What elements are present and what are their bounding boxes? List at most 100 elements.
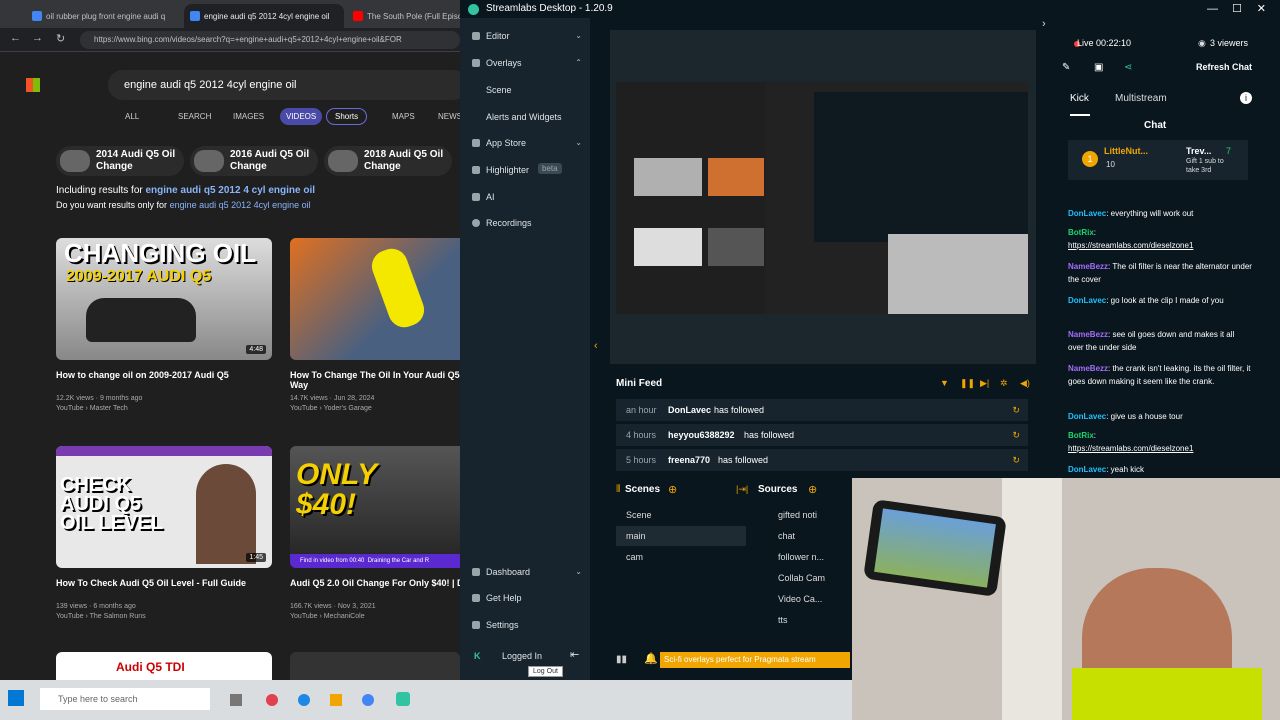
pause-icon[interactable]: ❚❚ <box>960 378 975 389</box>
minimize-icon[interactable]: — <box>1207 0 1218 18</box>
sidebar-item-alerts[interactable]: Alerts and Widgets <box>486 112 562 122</box>
volume-icon[interactable]: ◀) <box>1020 378 1030 389</box>
duration-badge: 1:45 <box>246 553 266 562</box>
bell-icon[interactable]: 🔔 <box>644 652 658 665</box>
tab-multistream[interactable]: Multistream <box>1115 93 1167 104</box>
video-thumbnail[interactable] <box>290 652 460 680</box>
video-result[interactable]: Audi Q5 TDI <box>56 652 272 680</box>
chevron-down-icon[interactable]: ⌄ <box>575 138 582 147</box>
back-icon[interactable]: ← <box>10 32 21 44</box>
nav-images[interactable]: IMAGES <box>233 112 264 121</box>
collapse-left-icon[interactable]: ‹ <box>594 340 598 352</box>
add-scene-icon[interactable]: ⊕ <box>668 483 677 496</box>
browser-tab-active[interactable]: engine audi q5 2012 4cyl engine oil <box>184 4 344 28</box>
related-chip[interactable]: 2018 Audi Q5 Oil Change <box>324 146 452 176</box>
sidebar-item-settings[interactable]: Settings <box>486 620 519 630</box>
video-result[interactable]: CHECK AUDI Q5 OIL LEVEL 1:45 How To Check … <box>56 446 272 622</box>
nav-videos[interactable]: VIDEOS <box>280 108 323 125</box>
source-item[interactable]: tts <box>760 610 850 630</box>
source-item[interactable]: gifted noti <box>760 505 850 525</box>
video-thumbnail[interactable] <box>290 238 460 360</box>
video-thumbnail[interactable]: ONLY $40! Find in video from 00:40 Draini… <box>290 446 460 568</box>
replay-icon[interactable]: ↻ <box>1012 449 1020 471</box>
video-thumbnail[interactable]: CHANGING OIL 2009-2017 AUDI Q5 4:48 <box>56 238 272 360</box>
nav-all[interactable]: ALL <box>125 112 139 121</box>
url-field[interactable]: https://www.bing.com/videos/search?q=+en… <box>80 31 460 49</box>
reload-icon[interactable]: ↻ <box>56 32 65 45</box>
sidebar-item-dashboard[interactable]: Dashboard <box>486 567 530 577</box>
chevron-up-icon[interactable]: ⌃ <box>575 58 582 67</box>
video-result[interactable]: CHANGING OIL 2009-2017 AUDI Q5 4:48 How … <box>56 238 272 414</box>
close-icon[interactable]: ✕ <box>1257 0 1266 18</box>
search-input[interactable]: engine audi q5 2012 4cyl engine oil <box>108 70 460 100</box>
source-item[interactable]: Video Ca... <box>760 589 850 609</box>
dym-query-link[interactable]: engine audi q5 2012 4cyl engine oil <box>170 200 311 210</box>
source-item[interactable]: follower n... <box>760 547 850 567</box>
windows-start-icon[interactable] <box>8 690 24 706</box>
chat-link[interactable]: https://streamlabs.com/dieselzone1 <box>1068 444 1193 453</box>
nav-maps[interactable]: MAPS <box>392 112 415 121</box>
find-in-video-bar[interactable]: Find in video from 00:40 Draining the Ca… <box>290 554 460 568</box>
browser-tab[interactable]: The South Pole (Full Episode) <box>347 4 460 28</box>
sidebar-item-scene[interactable]: Scene <box>486 85 512 95</box>
chevron-down-icon[interactable]: ⌄ <box>575 567 582 576</box>
folder-icon[interactable] <box>330 694 342 706</box>
related-chip[interactable]: 2016 Audi Q5 Oil Change <box>190 146 318 176</box>
replay-icon[interactable]: ↻ <box>1012 399 1020 421</box>
sidebar-item-editor[interactable]: Editor <box>486 31 510 41</box>
nav-shorts[interactable]: Shorts <box>326 108 368 125</box>
expand-right-icon[interactable]: › <box>1042 18 1046 30</box>
logged-in-button[interactable]: Logged In <box>502 651 542 661</box>
app-icon[interactable] <box>266 694 278 706</box>
kick-icon: K <box>474 651 481 661</box>
browser-tab[interactable]: oil rubber plug front engine audi q <box>26 4 181 28</box>
sidebar-item-app-store[interactable]: App Store <box>486 138 526 148</box>
replay-icon[interactable]: ↻ <box>1012 424 1020 446</box>
including-query-link[interactable]: engine audi q5 2012 4 cyl engine oil <box>146 185 316 196</box>
related-chip[interactable]: 2014 Audi Q5 Oil Change <box>56 146 184 176</box>
scene-item[interactable]: cam <box>616 547 746 567</box>
scene-item[interactable]: Scene <box>616 505 746 525</box>
sidebar-item-ai[interactable]: AI <box>486 192 495 202</box>
add-source-icon[interactable]: ⊕ <box>808 483 817 496</box>
filter-icon[interactable]: ▼ <box>940 378 949 388</box>
stats-icon[interactable]: ▮▮ <box>616 654 627 665</box>
forward-icon[interactable]: → <box>32 32 43 44</box>
info-icon[interactable]: i <box>1240 92 1252 104</box>
collapse-icon[interactable]: ⇤ <box>570 648 579 661</box>
maximize-icon[interactable]: ☐ <box>1232 0 1242 18</box>
editor-icon <box>472 32 480 40</box>
video-thumbnail[interactable]: Audi Q5 TDI <box>56 652 272 680</box>
video-thumbnail[interactable]: CHECK AUDI Q5 OIL LEVEL 1:45 <box>56 446 272 568</box>
edge-icon[interactable] <box>298 694 310 706</box>
source-item[interactable]: Collab Cam <box>760 568 850 588</box>
taskbar-search[interactable]: Type here to search <box>40 688 210 710</box>
tab-kick[interactable]: Kick <box>1070 93 1089 104</box>
streamlabs-taskbar-icon[interactable] <box>396 692 410 706</box>
settings-icon[interactable]: ✲ <box>1000 378 1008 389</box>
sidebar-item-highlighter[interactable]: Highlighter <box>486 165 529 175</box>
chat-link[interactable]: https://streamlabs.com/dieselzone1 <box>1068 241 1193 250</box>
transition-icon[interactable]: |⇥| <box>736 484 748 495</box>
chip-thumbnail <box>328 150 358 172</box>
sidebar-item-get-help[interactable]: Get Help <box>486 593 522 603</box>
nav-news[interactable]: NEWS <box>438 112 460 121</box>
chrome-icon[interactable] <box>362 694 374 706</box>
sidebar-item-recordings[interactable]: Recordings <box>486 218 532 228</box>
promo-banner[interactable]: Sci-fi overlays perfect for Pragmata str… <box>660 652 850 668</box>
did-you-mean: Do you want results only for engine audi… <box>56 200 311 210</box>
feed-row: 4 hours heyyou6388292 has followed ↻ <box>616 424 1028 446</box>
nav-search[interactable]: SEARCH <box>178 112 211 121</box>
edit-icon[interactable]: ✎ <box>1062 62 1070 73</box>
skip-icon[interactable]: ▶| <box>980 378 989 389</box>
chevron-down-icon[interactable]: ⌄ <box>575 31 582 40</box>
refresh-chat-button[interactable]: Refresh Chat <box>1196 62 1252 72</box>
scene-item-selected[interactable]: main <box>616 526 746 546</box>
video-result[interactable]: How To Change The Oil In Your Audi Q5 T … <box>290 238 460 414</box>
video-result[interactable]: ONLY $40! Find in video from 00:40 Draini… <box>290 446 460 622</box>
task-view-icon[interactable] <box>230 694 242 706</box>
source-item[interactable]: chat <box>760 526 850 546</box>
share-icon[interactable]: ⋖ <box>1124 62 1132 73</box>
popout-icon[interactable]: ▣ <box>1094 62 1103 73</box>
sidebar-item-overlays[interactable]: Overlays <box>486 58 522 68</box>
